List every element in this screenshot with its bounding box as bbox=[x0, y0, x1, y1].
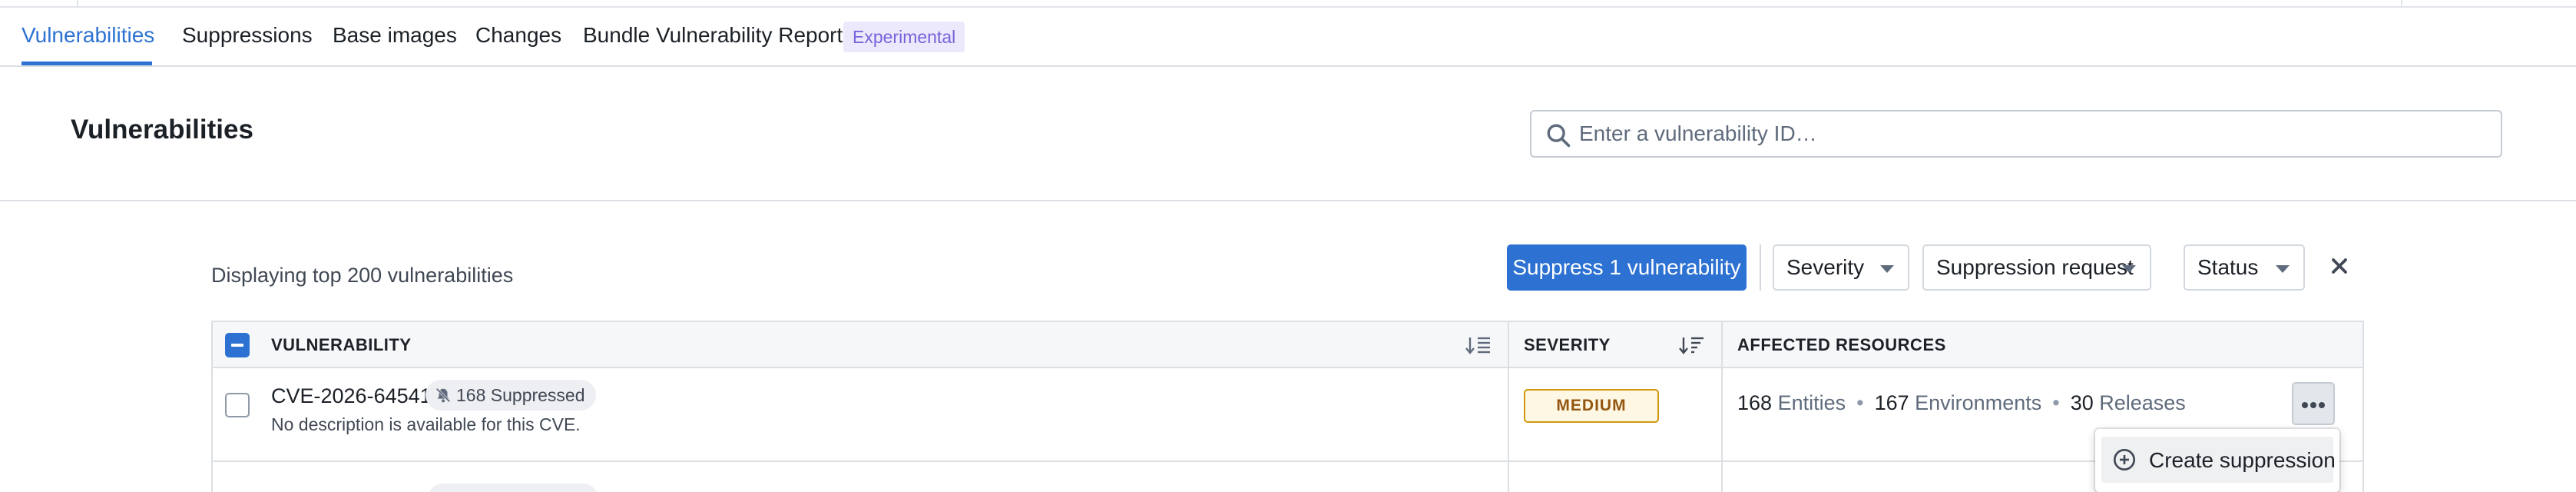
clear-filters-icon[interactable] bbox=[2327, 254, 2352, 278]
next-row-badge-placeholder bbox=[428, 484, 598, 492]
suppress-vulnerability-button[interactable]: Suppress 1 vulnerability bbox=[1507, 244, 1747, 291]
add-circle-icon bbox=[2114, 449, 2135, 470]
severity-badge: MEDIUM bbox=[1524, 389, 1659, 423]
column-header-vulnerability: VULNERABILITY bbox=[271, 335, 412, 354]
suppression-request-filter-label: Suppression request bbox=[1936, 255, 2134, 279]
status-filter-label: Status bbox=[2197, 255, 2259, 279]
caret-down-icon bbox=[1880, 265, 1894, 273]
search-icon bbox=[1547, 124, 1571, 148]
vulnerabilities-table: VULNERABILITY SEVERITY AFFECTED RESOURCE… bbox=[211, 321, 2364, 492]
more-dot bbox=[2319, 402, 2325, 408]
table-header: VULNERABILITY SEVERITY AFFECTED RESOURCE… bbox=[213, 322, 2362, 368]
caret-down-icon bbox=[2122, 265, 2136, 273]
column-header-affected-resources: AFFECTED RESOURCES bbox=[1737, 335, 1946, 354]
separator-dot: • bbox=[1856, 391, 1864, 414]
environments-count: 167 bbox=[1874, 391, 1909, 414]
suppression-request-filter[interactable]: Suppression request bbox=[1922, 244, 2151, 291]
vulnerability-search[interactable] bbox=[1530, 110, 2502, 158]
bell-off-icon bbox=[435, 387, 451, 403]
displaying-count-text: Displaying top 200 vulnerabilities bbox=[211, 264, 514, 287]
column-separator bbox=[1721, 322, 1723, 492]
top-window-strip bbox=[0, 0, 2576, 8]
releases-count: 30 bbox=[2070, 391, 2094, 414]
row-actions-button[interactable] bbox=[2292, 382, 2335, 425]
severity-filter-label: Severity bbox=[1786, 255, 1865, 279]
column-header-severity: SEVERITY bbox=[1524, 335, 1611, 354]
severity-filter[interactable]: Severity bbox=[1773, 244, 1909, 291]
top-strip-divider bbox=[2401, 0, 2402, 8]
row-checkbox[interactable] bbox=[225, 393, 250, 417]
environments-label: Environments bbox=[1915, 391, 2042, 414]
cve-id[interactable]: CVE-2026-64541 bbox=[271, 384, 432, 408]
sort-descending-icon[interactable] bbox=[1678, 333, 1706, 357]
releases-label: Releases bbox=[2099, 391, 2186, 414]
caret-down-icon bbox=[2276, 265, 2290, 273]
page-title: Vulnerabilities bbox=[71, 115, 253, 145]
cve-description: No description is available for this CVE… bbox=[271, 414, 581, 434]
toolbar-divider bbox=[1760, 244, 1761, 291]
page-header: Vulnerabilities bbox=[0, 67, 2576, 201]
top-strip-divider bbox=[77, 0, 78, 8]
suppressed-count-badge: 168 Suppressed bbox=[425, 380, 596, 411]
tab-bundle-vulnerability-report[interactable]: Bundle Vulnerability Report bbox=[583, 23, 843, 48]
experimental-tag: Experimental bbox=[843, 22, 965, 52]
affected-resources-summary: 168 Entities • 167 Environments • 30 Release… bbox=[1737, 391, 2186, 415]
more-dot bbox=[2302, 402, 2308, 408]
row-actions-menu: Create suppression bbox=[2095, 429, 2339, 492]
tab-bar: Vulnerabilities Suppressions Base images… bbox=[0, 8, 2576, 67]
tab-suppressions[interactable]: Suppressions bbox=[182, 23, 313, 48]
entities-label: Entities bbox=[1777, 391, 1846, 414]
search-input[interactable] bbox=[1579, 118, 2485, 150]
column-separator bbox=[1508, 322, 1509, 492]
status-filter[interactable]: Status bbox=[2184, 244, 2305, 291]
create-suppression-menu-item[interactable]: Create suppression bbox=[2101, 437, 2336, 483]
suppressed-count-label: 168 Suppressed bbox=[456, 385, 585, 405]
separator-dot: • bbox=[2052, 391, 2060, 414]
row-divider bbox=[213, 460, 2362, 462]
sort-icon[interactable] bbox=[1465, 333, 1492, 357]
active-tab-indicator bbox=[22, 62, 152, 65]
tab-changes[interactable]: Changes bbox=[475, 23, 561, 48]
tab-base-images[interactable]: Base images bbox=[333, 23, 457, 48]
entities-count: 168 bbox=[1737, 391, 1773, 414]
create-suppression-label: Create suppression bbox=[2149, 448, 2336, 472]
select-all-checkbox[interactable] bbox=[225, 333, 250, 357]
tab-vulnerabilities[interactable]: Vulnerabilities bbox=[22, 23, 154, 48]
more-dot bbox=[2310, 402, 2316, 408]
